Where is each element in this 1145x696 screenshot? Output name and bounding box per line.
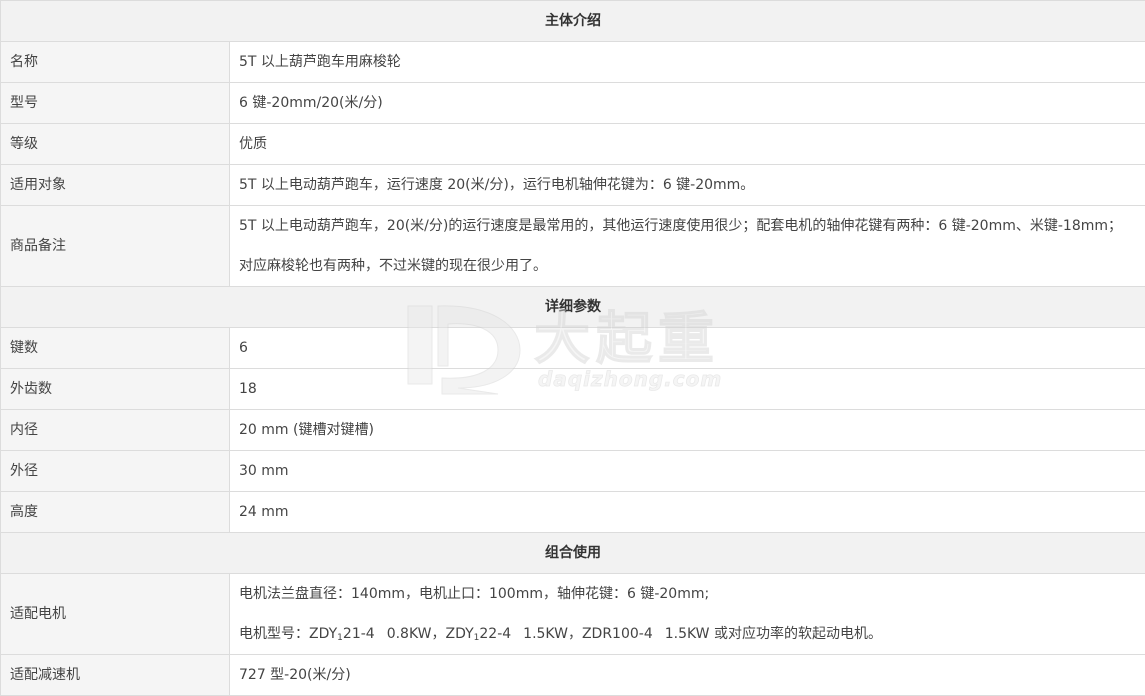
row-label-reducer: 适配减速机 <box>1 655 230 696</box>
motor-model-part-4: 22-4 <box>479 626 511 642</box>
table-row: 外径 30 mm <box>1 451 1145 492</box>
row-label-keys: 键数 <box>1 328 230 369</box>
motor-model-part-6: 1.5KW 或对应功率的软起动电机。 <box>665 626 882 642</box>
table-row: 商品备注 5T 以上电动葫芦跑车，20(米/分)的运行速度是最常用的，其他运行速… <box>1 206 1145 287</box>
table-row: 适配减速机 727 型-20(米/分) <box>1 655 1145 696</box>
row-value-model: 6 键-20mm/20(米/分) <box>230 83 1145 124</box>
row-label-name: 名称 <box>1 42 230 83</box>
section-title-combo: 组合使用 <box>1 533 1145 574</box>
motor-line-1: 电机法兰盘直径：140mm，电机止口：100mm，轴伸花键：6 键-20mm; <box>239 574 1136 614</box>
row-label-target: 适用对象 <box>1 165 230 206</box>
motor-model-part-2: 21-4 <box>343 626 375 642</box>
row-label-teeth: 外齿数 <box>1 369 230 410</box>
row-value-outer: 30 mm <box>230 451 1145 492</box>
row-label-outer: 外径 <box>1 451 230 492</box>
row-value-target: 5T 以上电动葫芦跑车，运行速度 20(米/分)，运行电机轴伸花键为：6 键-2… <box>230 165 1145 206</box>
row-value-reducer: 727 型-20(米/分) <box>230 655 1145 696</box>
remark-line-1: 5T 以上电动葫芦跑车，20(米/分)的运行速度是最常用的，其他运行速度使用很少… <box>239 206 1136 246</box>
row-label-height: 高度 <box>1 492 230 533</box>
table-row: 适配电机 电机法兰盘直径：140mm，电机止口：100mm，轴伸花键：6 键-2… <box>1 574 1145 655</box>
table-row: 等级 优质 <box>1 124 1145 165</box>
row-value-inner: 20 mm (键槽对键槽) <box>230 410 1145 451</box>
section-title-detail: 详细参数 <box>1 287 1145 328</box>
row-value-keys: 6 <box>230 328 1145 369</box>
row-label-motor: 适配电机 <box>1 574 230 655</box>
table-row: 名称 5T 以上葫芦跑车用麻梭轮 <box>1 42 1145 83</box>
table-row: 外齿数 18 <box>1 369 1145 410</box>
spec-table: 主体介绍 名称 5T 以上葫芦跑车用麻梭轮 型号 6 键-20mm/20(米/分… <box>0 0 1145 696</box>
motor-model-part-3: 0.8KW，ZDY <box>387 626 474 642</box>
row-value-motor: 电机法兰盘直径：140mm，电机止口：100mm，轴伸花键：6 键-20mm; … <box>230 574 1145 655</box>
row-value-teeth: 18 <box>230 369 1145 410</box>
section-title-intro: 主体介绍 <box>1 1 1145 42</box>
section-row-intro: 主体介绍 <box>1 1 1145 42</box>
row-label-inner: 内径 <box>1 410 230 451</box>
row-label-model: 型号 <box>1 83 230 124</box>
table-row: 适用对象 5T 以上电动葫芦跑车，运行速度 20(米/分)，运行电机轴伸花键为：… <box>1 165 1145 206</box>
remark-line-2: 对应麻梭轮也有两种，不过米键的现在很少用了。 <box>239 246 1136 286</box>
motor-line-2: 电机型号：ZDY121-40.8KW，ZDY122-41.5KW，ZDR100-… <box>239 614 1136 654</box>
row-value-remark: 5T 以上电动葫芦跑车，20(米/分)的运行速度是最常用的，其他运行速度使用很少… <box>230 206 1145 287</box>
table-row: 高度 24 mm <box>1 492 1145 533</box>
row-value-height: 24 mm <box>230 492 1145 533</box>
table-row: 内径 20 mm (键槽对键槽) <box>1 410 1145 451</box>
row-label-grade: 等级 <box>1 124 230 165</box>
motor-model-part-5: 1.5KW，ZDR100-4 <box>523 626 653 642</box>
row-value-grade: 优质 <box>230 124 1145 165</box>
row-value-name: 5T 以上葫芦跑车用麻梭轮 <box>230 42 1145 83</box>
row-label-remark: 商品备注 <box>1 206 230 287</box>
section-row-detail: 详细参数 <box>1 287 1145 328</box>
table-row: 键数 6 <box>1 328 1145 369</box>
table-row: 型号 6 键-20mm/20(米/分) <box>1 83 1145 124</box>
section-row-combo: 组合使用 <box>1 533 1145 574</box>
motor-model-prefix: 电机型号：ZDY <box>239 626 337 642</box>
